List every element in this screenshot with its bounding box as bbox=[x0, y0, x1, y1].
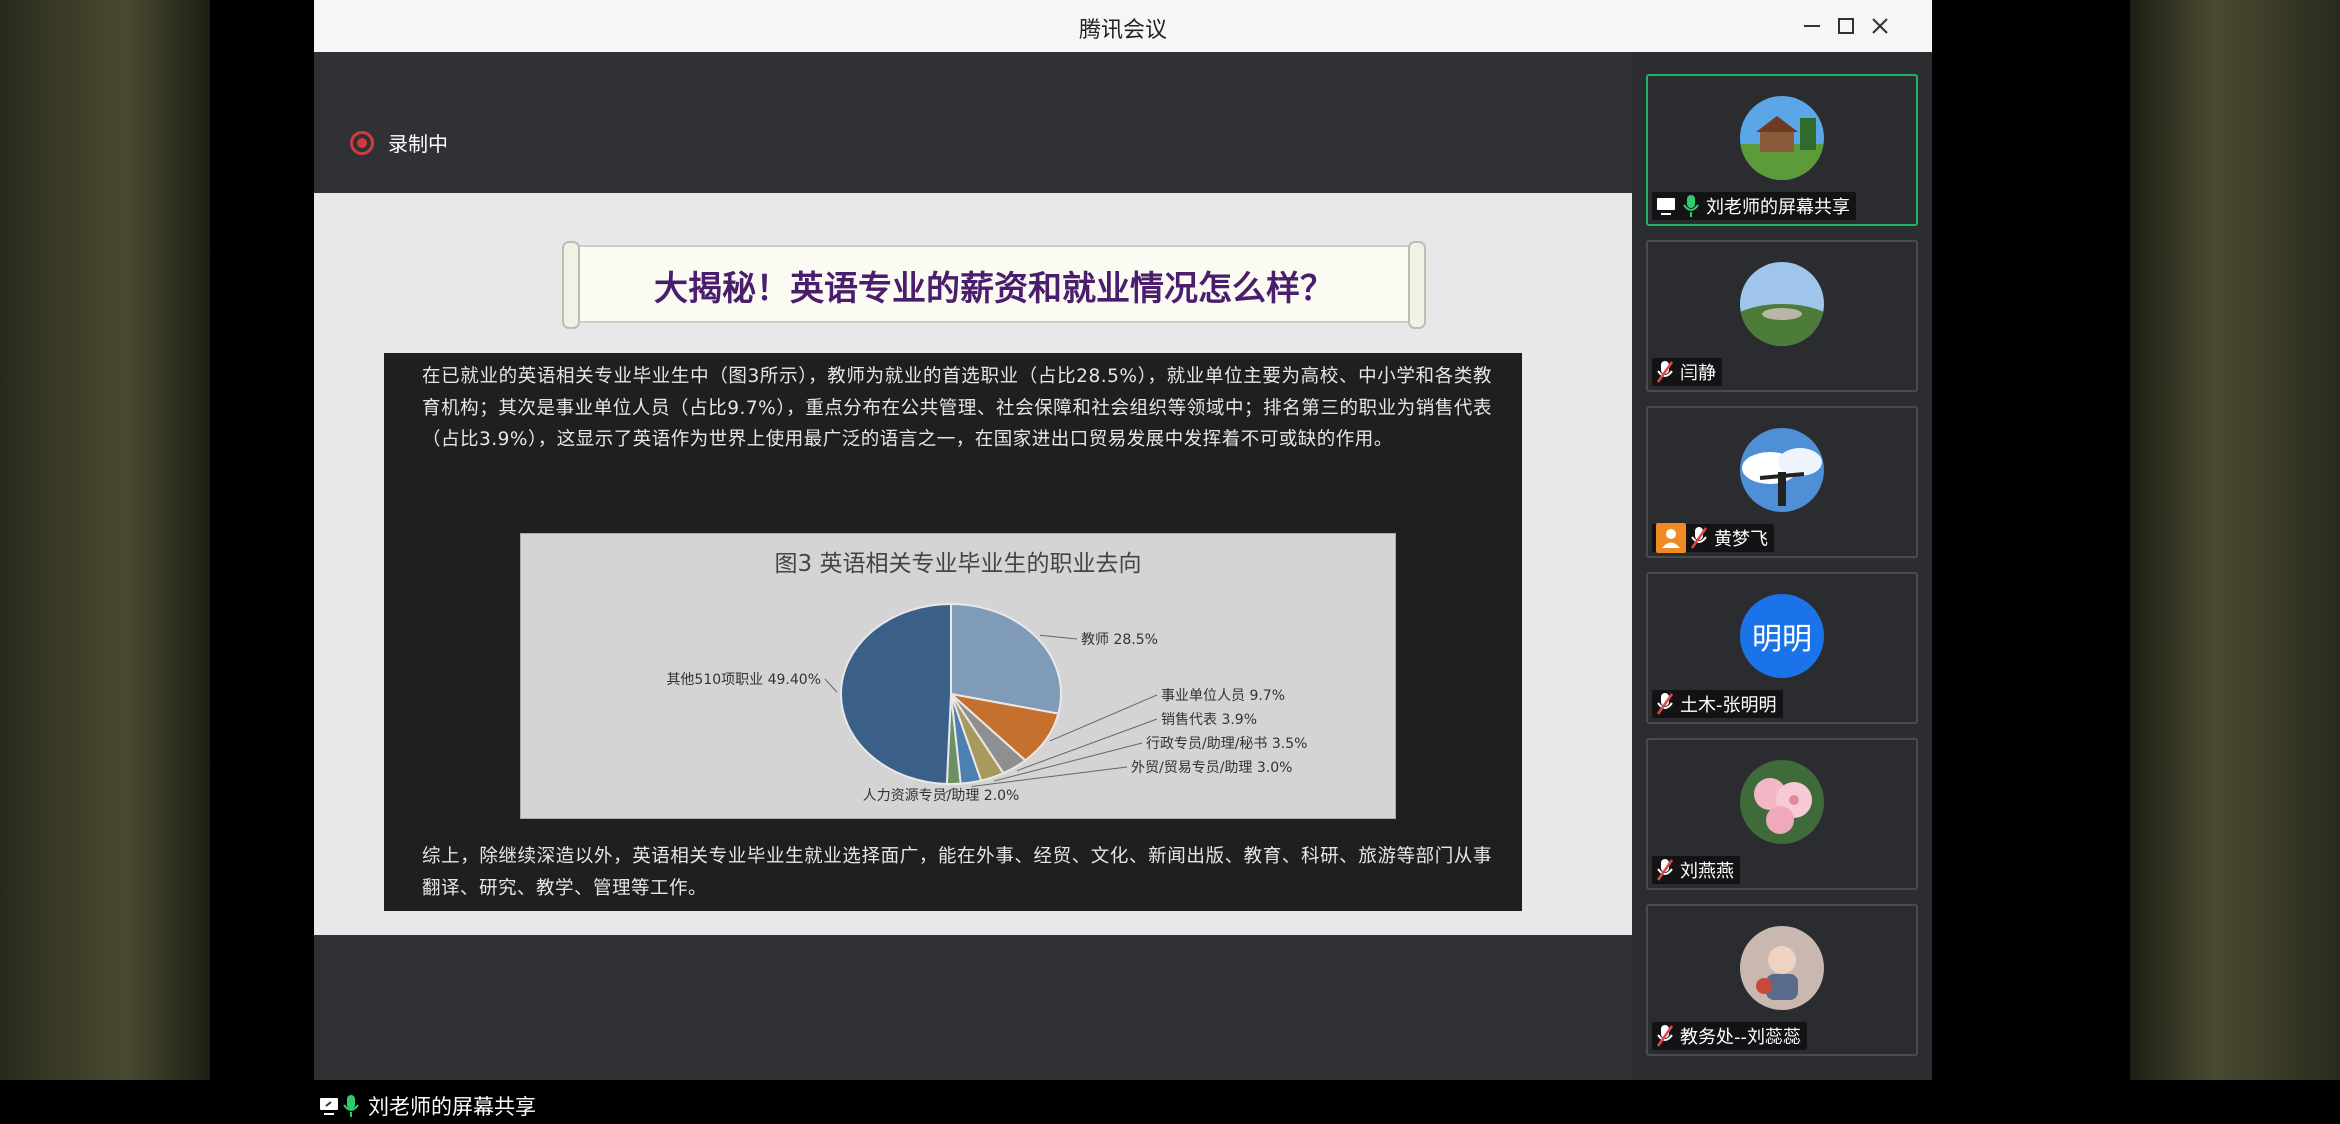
participant-label: 刘燕燕 bbox=[1652, 856, 1740, 884]
participant-label: 刘老师的屏幕共享 bbox=[1652, 192, 1856, 220]
slice-label: 行政专员/助理/秘书 3.5% bbox=[1146, 736, 1307, 752]
slide-title: 大揭秘！英语专业的薪资和就业情况怎么样？ bbox=[654, 269, 1334, 309]
letterbox-right bbox=[1932, 0, 2130, 1080]
paragraph-summary: 综上，除继续深造以外，英语相关专业毕业生就业选择面广，能在外事、经贸、文化、新闻… bbox=[422, 846, 1492, 899]
avatar bbox=[1740, 428, 1824, 512]
participant-label: 教务处--刘蕊蕊 bbox=[1652, 1022, 1807, 1050]
avatar bbox=[1740, 96, 1824, 180]
participant-list: 刘老师的屏幕共享 闫静 黄梦飞 明明 土木-张明明 刘燕燕 教务处--刘蕊蕊 bbox=[1632, 52, 1932, 1080]
leader-line bbox=[1039, 634, 1078, 640]
content-panel: 在已就业的英语相关专业毕业生中（图3所示），教师为就业的首选职业（占比28.5%… bbox=[384, 353, 1522, 911]
mic-icon bbox=[1682, 194, 1700, 218]
recording-indicator: 录制中 bbox=[350, 128, 448, 157]
participant-tile[interactable]: 黄梦飞 bbox=[1646, 406, 1918, 558]
screen-share-icon bbox=[318, 1095, 340, 1117]
participant-name: 土木-张明明 bbox=[1680, 695, 1777, 716]
shared-screen-area: 录制中 大揭秘！英语专业的薪资和就业情况怎么样？ 在已就业的英语相关专业毕业生中… bbox=[314, 52, 1632, 1124]
leader-line bbox=[1049, 694, 1158, 742]
participant-name: 黄梦飞 bbox=[1714, 529, 1768, 550]
pie-chart: 图3 英语相关专业毕业生的职业去向 教师 28.5% 事业单位人员 9.7% 销售代… bbox=[520, 533, 1396, 819]
recording-label: 录制中 bbox=[388, 132, 448, 156]
minimize-icon bbox=[1804, 25, 1820, 27]
meeting-window: 腾讯会议 录制中 大揭秘！英语专业的薪资和就业情况怎么样？ 在已就业的英语相关专… bbox=[314, 0, 1932, 1124]
participant-name: 刘燕燕 bbox=[1680, 861, 1734, 882]
screen-share-icon bbox=[1656, 196, 1676, 216]
slice-label: 其他510项职业 49.40% bbox=[666, 672, 821, 688]
slide: 大揭秘！英语专业的薪资和就业情况怎么样？ 在已就业的英语相关专业毕业生中（图3所… bbox=[314, 193, 1632, 935]
leader-line bbox=[824, 678, 838, 693]
window-title: 腾讯会议 bbox=[1078, 18, 1167, 43]
close-icon bbox=[1872, 18, 1888, 34]
avatar bbox=[1740, 760, 1824, 844]
title-bar: 腾讯会议 bbox=[314, 0, 1932, 53]
background-right bbox=[2130, 0, 2340, 1080]
participant-tile[interactable]: 刘燕燕 bbox=[1646, 738, 1918, 890]
slice-label: 销售代表 3.9% bbox=[1161, 712, 1257, 728]
participant-label: 闫静 bbox=[1652, 358, 1722, 386]
background-left bbox=[0, 0, 210, 1080]
slide-banner: 大揭秘！英语专业的薪资和就业情况怎么样？ bbox=[562, 241, 1426, 329]
mic-icon bbox=[340, 1093, 362, 1119]
paragraph-intro: 在已就业的英语相关专业毕业生中（图3所示），教师为就业的首选职业（占比28.5%… bbox=[422, 366, 1492, 450]
avatar bbox=[1740, 262, 1824, 346]
share-indicator-name: 刘老师的屏幕共享 bbox=[368, 1095, 536, 1119]
participant-name: 刘老师的屏幕共享 bbox=[1706, 197, 1850, 218]
screen-share-indicator: 刘老师的屏幕共享 bbox=[314, 1088, 544, 1124]
slice-label: 教师 28.5% bbox=[1081, 632, 1158, 648]
participant-tile[interactable]: 闫静 bbox=[1646, 240, 1918, 392]
close-button[interactable] bbox=[1860, 8, 1900, 44]
mic-muted-icon bbox=[1656, 858, 1674, 882]
maximize-icon bbox=[1838, 18, 1854, 34]
user-icon bbox=[1656, 523, 1686, 553]
mic-muted-icon bbox=[1656, 1024, 1674, 1048]
participant-tile[interactable]: 教务处--刘蕊蕊 bbox=[1646, 904, 1918, 1056]
participant-label: 黄梦飞 bbox=[1652, 523, 1774, 553]
mic-muted-icon bbox=[1690, 526, 1708, 550]
pie-slice bbox=[840, 602, 952, 785]
participant-name: 教务处--刘蕊蕊 bbox=[1680, 1027, 1801, 1048]
slice-label: 人力资源专员/助理 2.0% bbox=[863, 788, 1020, 804]
mic-muted-icon bbox=[1656, 360, 1674, 384]
slice-label: 事业单位人员 9.7% bbox=[1161, 688, 1285, 704]
mic-muted-icon bbox=[1656, 692, 1674, 716]
avatar bbox=[1740, 926, 1824, 1010]
record-icon bbox=[350, 130, 374, 155]
participant-tile[interactable]: 明明 土木-张明明 bbox=[1646, 572, 1918, 724]
pie-chart-svg: 教师 28.5% 事业单位人员 9.7% 销售代表 3.9% 行政专员/助理/秘书 3… bbox=[666, 602, 1307, 804]
letterbox-left bbox=[210, 0, 314, 1080]
slice-label: 外贸/贸易专员/助理 3.0% bbox=[1131, 760, 1292, 776]
avatar: 明明 bbox=[1740, 594, 1824, 678]
participant-label: 土木-张明明 bbox=[1652, 690, 1783, 718]
participant-name: 闫静 bbox=[1680, 363, 1716, 384]
participant-tile[interactable]: 刘老师的屏幕共享 bbox=[1646, 74, 1918, 226]
